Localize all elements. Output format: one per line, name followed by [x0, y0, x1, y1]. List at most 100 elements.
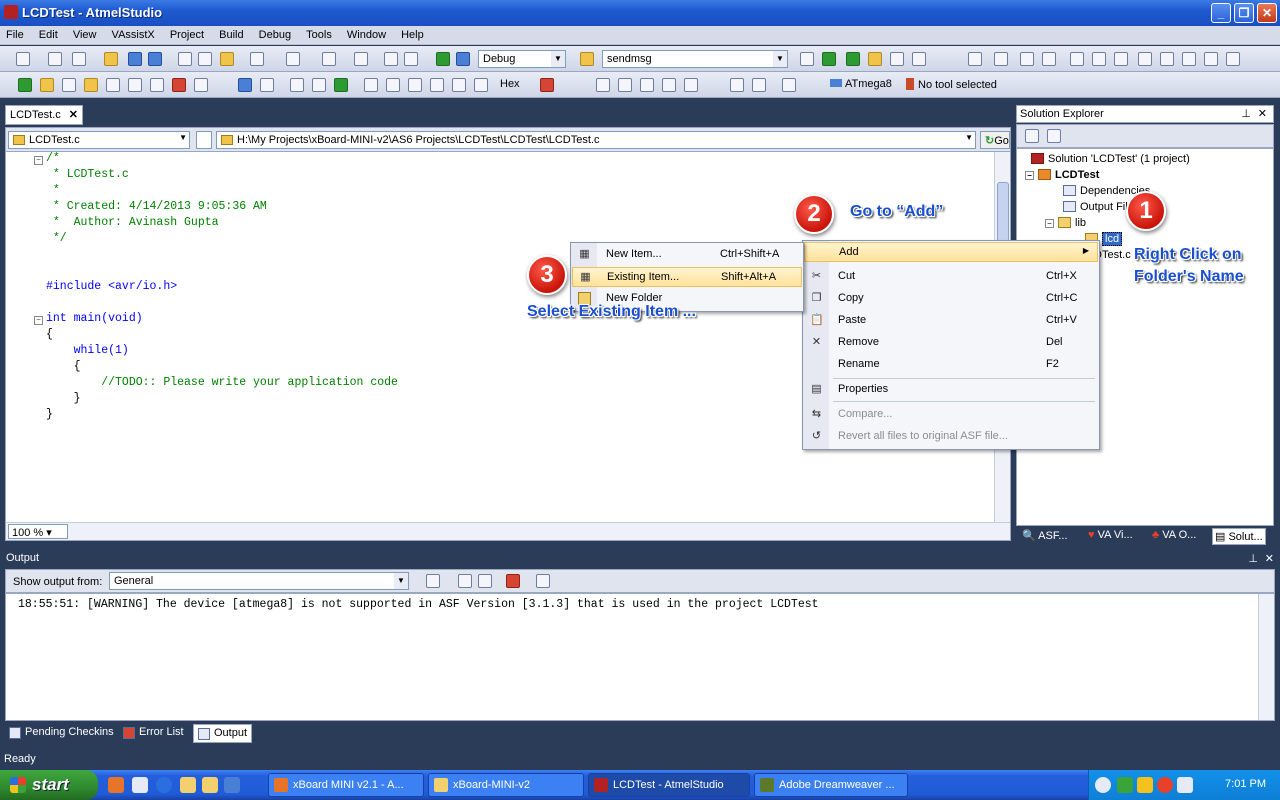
close-icon[interactable]: ✕: [1265, 552, 1274, 565]
solution-config-select[interactable]: Debug ▼: [478, 50, 566, 68]
device-selector[interactable]: ATmega8: [830, 78, 892, 90]
tools-icon[interactable]: [62, 78, 76, 92]
format-icon[interactable]: [194, 78, 208, 92]
step-out-icon[interactable]: [386, 78, 400, 92]
menu-item-paste[interactable]: 📋 Paste Ctrl+V: [804, 311, 1098, 331]
processor-icon[interactable]: [106, 78, 120, 92]
download-icon[interactable]: [156, 777, 172, 793]
menu-vassistx[interactable]: VAssistX: [106, 26, 161, 41]
start-button[interactable]: start: [0, 770, 98, 800]
fold-toggle[interactable]: −: [34, 316, 43, 325]
fold-toggle[interactable]: −: [34, 156, 43, 165]
indent-icon[interactable]: [968, 52, 982, 66]
menu-item-existing-item[interactable]: ▦ Existing Item... Shift+Alt+A: [572, 267, 802, 287]
close-button[interactable]: ✕: [1257, 3, 1277, 23]
breakpoint-icon[interactable]: [540, 78, 554, 92]
task-xboard-mini-doc[interactable]: xBoard MINI v2.1 - A...: [268, 773, 424, 797]
start-without-debug-icon[interactable]: [456, 52, 470, 66]
go-button[interactable]: ↻Go: [980, 131, 1010, 149]
menu-debug[interactable]: Debug: [253, 26, 297, 41]
show-next-statement-icon[interactable]: [430, 78, 444, 92]
module-icon[interactable]: [84, 78, 98, 92]
io-view-icon[interactable]: [128, 78, 142, 92]
word-wrap-icon[interactable]: [536, 574, 550, 588]
menu-build[interactable]: Build: [213, 26, 249, 41]
device-programming-icon[interactable]: [800, 52, 814, 66]
cut-icon[interactable]: [178, 52, 192, 66]
copy-icon[interactable]: [198, 52, 212, 66]
menu-edit[interactable]: Edit: [33, 26, 64, 41]
clear-all-icon[interactable]: [506, 574, 520, 588]
save-all-icon[interactable]: [148, 52, 162, 66]
checklist-icon[interactable]: [18, 78, 32, 92]
output-scrollbar[interactable]: [1258, 594, 1274, 720]
menu-project[interactable]: Project: [164, 26, 210, 41]
bookmark-icon[interactable]: [1070, 52, 1084, 66]
run-to-cursor-icon[interactable]: [408, 78, 422, 92]
menu-item-copy[interactable]: ❐ Copy Ctrl+C: [804, 289, 1098, 309]
open-icon[interactable]: [104, 52, 118, 66]
prev-message-icon[interactable]: [458, 574, 472, 588]
find-message-icon[interactable]: [426, 574, 440, 588]
find-combo[interactable]: sendmsg ▼: [602, 50, 788, 68]
tab-pending-checkins[interactable]: Pending Checkins: [5, 724, 118, 743]
menu-item-new-item[interactable]: ▦ New Item... Ctrl+Shift+A: [572, 245, 802, 265]
step-into-icon[interactable]: [290, 78, 304, 92]
file-dropdown[interactable]: LCDTest.c ▼: [8, 131, 190, 149]
next-bookmark-icon[interactable]: [1114, 52, 1128, 66]
tab-va-view[interactable]: ♥ VA Vi...: [1086, 528, 1135, 545]
comment-icon[interactable]: [1020, 52, 1034, 66]
tree-solution[interactable]: Solution 'LCDTest' (1 project): [1031, 153, 1190, 165]
spell-check-icon[interactable]: [172, 78, 186, 92]
hex-toggle[interactable]: Hex: [500, 78, 520, 90]
maximize-button[interactable]: ❐: [1234, 3, 1254, 23]
prev-bookmark-icon[interactable]: [1092, 52, 1106, 66]
path-dropdown[interactable]: H:\My Projects\xBoard-MINI-v2\AS6 Projec…: [216, 131, 976, 149]
extensions-icon[interactable]: [868, 52, 882, 66]
menu-window[interactable]: Window: [341, 26, 392, 41]
asf-wizard-icon[interactable]: [822, 52, 836, 66]
clock[interactable]: 7:01 PM: [1225, 778, 1266, 790]
tray-volume-icon[interactable]: [1177, 777, 1193, 793]
menu-item-add[interactable]: Add ▶: [804, 242, 1098, 262]
uncomment-icon[interactable]: [1042, 52, 1056, 66]
pin-icon[interactable]: ⊥: [1248, 552, 1258, 565]
export-icon[interactable]: [846, 52, 860, 66]
find-in-files-icon[interactable]: [580, 52, 594, 66]
continue-icon[interactable]: [334, 78, 348, 92]
output-text[interactable]: 18:55:51: [WARNING] The device [atmega8]…: [5, 593, 1275, 721]
paste-icon[interactable]: [220, 52, 234, 66]
search-toolbar-icon[interactable]: [1226, 52, 1240, 66]
tray-expand-icon[interactable]: [1095, 777, 1111, 793]
task-dreamweaver[interactable]: Adobe Dreamweaver ...: [754, 773, 908, 797]
navigate-back-icon[interactable]: [322, 52, 336, 66]
scroll-thumb[interactable]: [997, 182, 1009, 242]
build-icon[interactable]: [384, 52, 398, 66]
pause-icon[interactable]: [312, 78, 326, 92]
menu-tools[interactable]: Tools: [300, 26, 338, 41]
ie-icon[interactable]: [224, 777, 240, 793]
menu-file[interactable]: File: [0, 26, 30, 41]
menu-help[interactable]: Help: [395, 26, 430, 41]
registers-window-icon[interactable]: [662, 78, 676, 92]
memory-window-icon[interactable]: [596, 78, 610, 92]
folder-icon[interactable]: [202, 777, 218, 793]
tab-error-list[interactable]: Error List: [119, 724, 188, 743]
start-debugging-icon[interactable]: [436, 52, 450, 66]
pin-icon[interactable]: ⊥: [1241, 107, 1251, 120]
outdent-icon[interactable]: [994, 52, 1008, 66]
disassembly-icon[interactable]: [474, 78, 488, 92]
undo-icon[interactable]: [250, 52, 264, 66]
tree-folder-lib[interactable]: − lib: [1045, 217, 1086, 229]
tool-selector[interactable]: No tool selected: [906, 78, 997, 91]
layout-icon[interactable]: [730, 78, 744, 92]
watch-window-icon[interactable]: [618, 78, 632, 92]
grid-icon[interactable]: [752, 78, 766, 92]
stop-debugging-icon[interactable]: [260, 78, 274, 92]
menu-item-rename[interactable]: Rename F2: [804, 355, 1098, 375]
add-new-icon[interactable]: [72, 52, 86, 66]
task-atmelstudio[interactable]: LCDTest - AtmelStudio: [588, 773, 750, 797]
explorer-icon[interactable]: [180, 777, 196, 793]
menu-item-properties[interactable]: ▤ Properties: [804, 380, 1098, 400]
next-bookmark-folder-icon[interactable]: [1160, 52, 1174, 66]
